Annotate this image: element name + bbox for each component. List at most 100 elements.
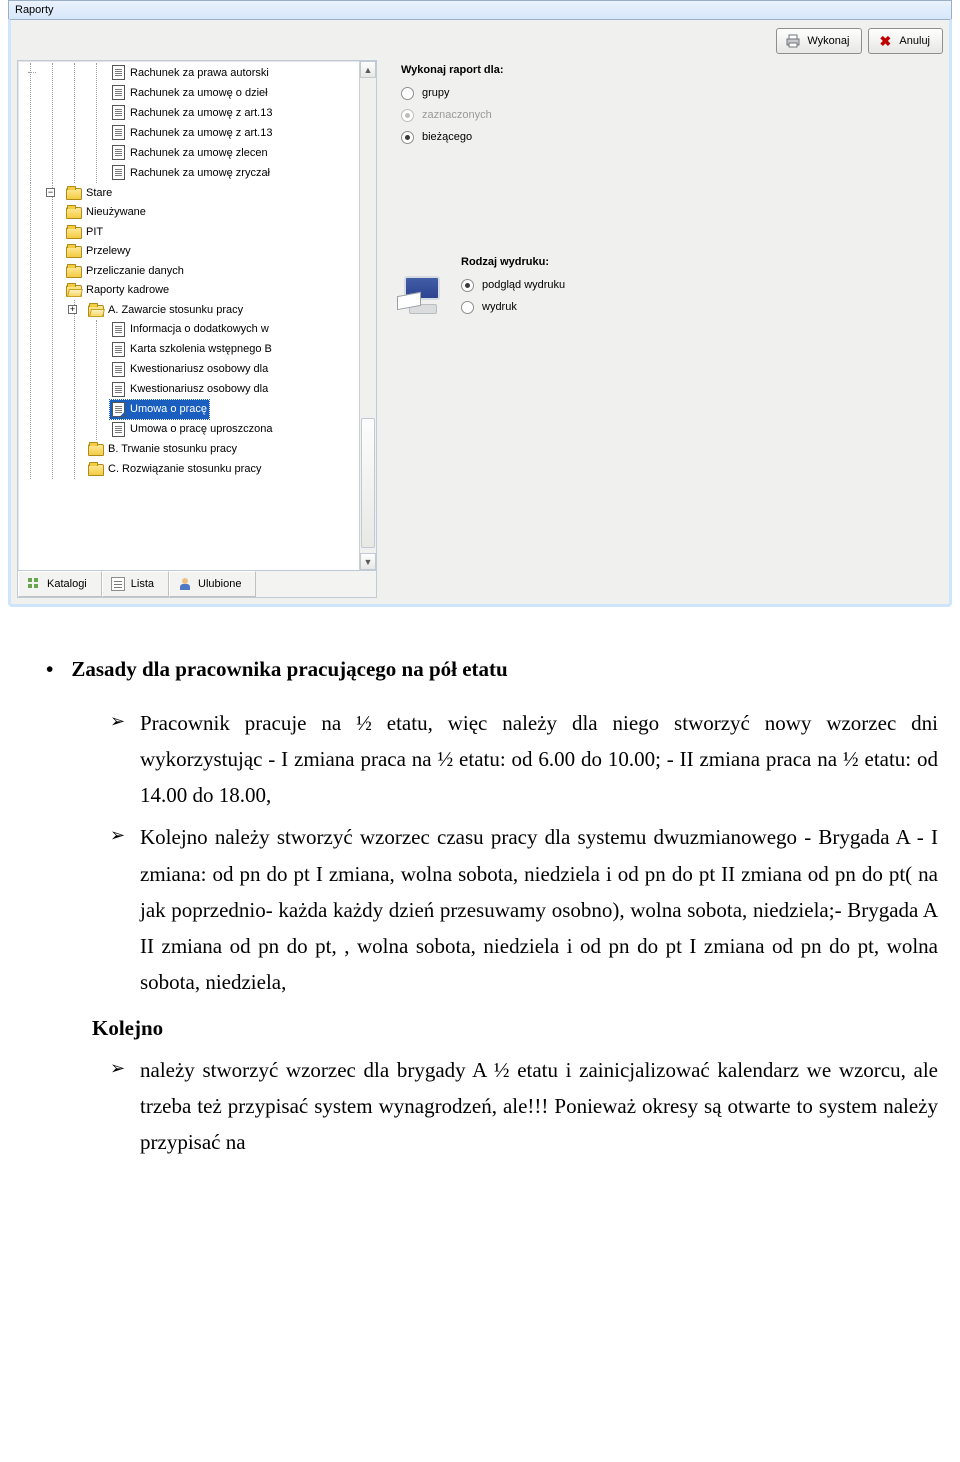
- scroll-thumb[interactable]: [361, 418, 375, 548]
- document-icon: [112, 165, 125, 180]
- tab-favorites[interactable]: Ulubione: [169, 571, 256, 597]
- tree-folder[interactable]: Stare: [66, 183, 114, 202]
- tree-icon: [27, 577, 41, 591]
- tree-view[interactable]: Rachunek za prawa autorski Rachunek za um…: [18, 61, 376, 479]
- radio-option[interactable]: grupy: [401, 82, 943, 104]
- tree-folder[interactable]: C. Rozwiązanie stosunku pracy: [88, 459, 263, 478]
- radio-icon: [401, 109, 414, 122]
- tree-label: A. Zawarcie stosunku pracy: [108, 304, 243, 316]
- tree-folder[interactable]: Przelewy: [66, 242, 133, 261]
- radio-option[interactable]: podgląd wydruku: [461, 274, 565, 296]
- scroll-up-icon[interactable]: ▲: [360, 61, 376, 78]
- scroll-track[interactable]: [360, 78, 376, 553]
- toolbar: Wykonaj ✖ Anuluj: [15, 24, 945, 58]
- folder-icon: [66, 246, 82, 258]
- folder-icon: [66, 227, 82, 239]
- options-pane: Wykonaj raport dla: grupy zaznaczonych bie…: [401, 60, 943, 318]
- monitor-icon: [401, 274, 445, 314]
- radio-option: zaznaczonych: [401, 104, 943, 126]
- document-icon: [112, 125, 125, 140]
- tree-item[interactable]: Kwestionariusz osobowy dla: [110, 360, 270, 379]
- execute-label: Wykonaj: [807, 35, 849, 47]
- vertical-scrollbar[interactable]: ▲ ▼: [359, 61, 376, 570]
- radio-option[interactable]: wydruk: [461, 296, 565, 318]
- paragraph: należy stworzyć wzorzec dla brygady A ½ …: [110, 1052, 938, 1160]
- tree-folder[interactable]: A. Zawarcie stosunku pracy: [88, 300, 245, 319]
- tree-item[interactable]: Rachunek za umowę zlecen: [110, 143, 270, 162]
- window-titlebar[interactable]: Raporty: [8, 0, 952, 19]
- tree-label: Umowa o pracę uproszczona: [130, 423, 272, 435]
- tree-item[interactable]: Umowa o pracę: [110, 400, 209, 419]
- tree-folder[interactable]: PIT: [66, 222, 105, 241]
- tree-item[interactable]: Karta szkolenia wstępnego B: [110, 340, 274, 359]
- expander-icon[interactable]: −: [46, 188, 55, 197]
- tree-label: Rachunek za umowę z art.13: [130, 107, 272, 119]
- folder-icon: [66, 207, 82, 219]
- document-icon: [112, 85, 125, 100]
- window-body: Wykonaj ✖ Anuluj: [8, 19, 952, 607]
- list-icon: [111, 577, 125, 591]
- document-icon: [112, 105, 125, 120]
- user-icon: [178, 577, 192, 591]
- radio-label: grupy: [422, 87, 450, 99]
- tree-item[interactable]: Rachunek za prawa autorski: [110, 63, 271, 82]
- document-icon: [112, 402, 125, 417]
- radio-label: bieżącego: [422, 131, 472, 143]
- heading-text: Zasady dla pracownika pracującego na pół…: [71, 651, 507, 687]
- tree-label: Przelewy: [86, 245, 131, 257]
- tree-item[interactable]: Umowa o pracę uproszczona: [110, 420, 274, 439]
- paragraph: Kolejno należy stworzyć wzorzec czasu pr…: [110, 819, 938, 1000]
- tree-item[interactable]: Kwestionariusz osobowy dla: [110, 380, 270, 399]
- document-icon: [112, 65, 125, 80]
- tree-label: Rachunek za umowę zryczał: [130, 167, 270, 179]
- radio-option[interactable]: bieżącego: [401, 126, 943, 148]
- window-title: Raporty: [15, 4, 54, 16]
- scroll-down-icon[interactable]: ▼: [360, 553, 376, 570]
- tree-label: Kwestionariusz osobowy dla: [130, 383, 268, 395]
- radio-icon[interactable]: [401, 87, 414, 100]
- cancel-label: Anuluj: [899, 35, 930, 47]
- radio-icon[interactable]: [461, 279, 474, 292]
- tree-folder[interactable]: B. Trwanie stosunku pracy: [88, 440, 239, 459]
- tree-label: Rachunek za umowę o dzieł: [130, 87, 268, 99]
- section-label: Kolejno: [92, 1010, 938, 1046]
- tree-label: B. Trwanie stosunku pracy: [108, 443, 237, 455]
- tree-label: Rachunek za prawa autorski: [130, 67, 269, 79]
- tree-label: Przeliczanie danych: [86, 265, 184, 277]
- tree-folder[interactable]: Raporty kadrowe: [66, 281, 171, 300]
- tree-label: PIT: [86, 226, 103, 238]
- tab-label: Lista: [131, 578, 154, 590]
- tree-label: Karta szkolenia wstępnego B: [130, 343, 272, 355]
- bullet-heading: • Zasady dla pracownika pracującego na p…: [46, 651, 938, 687]
- tree-item[interactable]: Informacja o dodatkowych w: [110, 320, 271, 339]
- tab-strip: Katalogi Lista Ulubione: [18, 570, 376, 597]
- tree-item[interactable]: Rachunek za umowę o dzieł: [110, 83, 270, 102]
- tree-label: Raporty kadrowe: [86, 284, 169, 296]
- radio-icon[interactable]: [401, 131, 414, 144]
- tree-label: Umowa o pracę: [130, 403, 207, 415]
- tab-catalogs[interactable]: Katalogi: [18, 571, 102, 597]
- tab-label: Katalogi: [47, 578, 87, 590]
- folder-icon: [66, 285, 82, 297]
- execute-button[interactable]: Wykonaj: [776, 28, 862, 54]
- tree-folder[interactable]: Nieużywane: [66, 203, 148, 222]
- tree-item[interactable]: Rachunek za umowę z art.13: [110, 123, 274, 142]
- report-for-title: Wykonaj raport dla:: [401, 64, 943, 76]
- tab-list[interactable]: Lista: [102, 571, 169, 597]
- radio-icon[interactable]: [461, 301, 474, 314]
- folder-icon: [88, 464, 104, 476]
- document-icon: [112, 382, 125, 397]
- document-icon: [112, 422, 125, 437]
- folder-icon: [66, 188, 82, 200]
- tree-panel: Rachunek za prawa autorski Rachunek za um…: [17, 60, 377, 598]
- cancel-button[interactable]: ✖ Anuluj: [868, 28, 943, 54]
- expander-icon[interactable]: +: [68, 305, 77, 314]
- radio-label: zaznaczonych: [422, 109, 492, 121]
- tree-item[interactable]: Rachunek za umowę z art.13: [110, 103, 274, 122]
- tree-folder[interactable]: Przeliczanie danych: [66, 261, 186, 280]
- close-icon: ✖: [877, 33, 893, 49]
- tree-item[interactable]: Rachunek za umowę zryczał: [110, 163, 272, 182]
- document-icon: [112, 322, 125, 337]
- folder-icon: [88, 444, 104, 456]
- folder-icon: [66, 266, 82, 278]
